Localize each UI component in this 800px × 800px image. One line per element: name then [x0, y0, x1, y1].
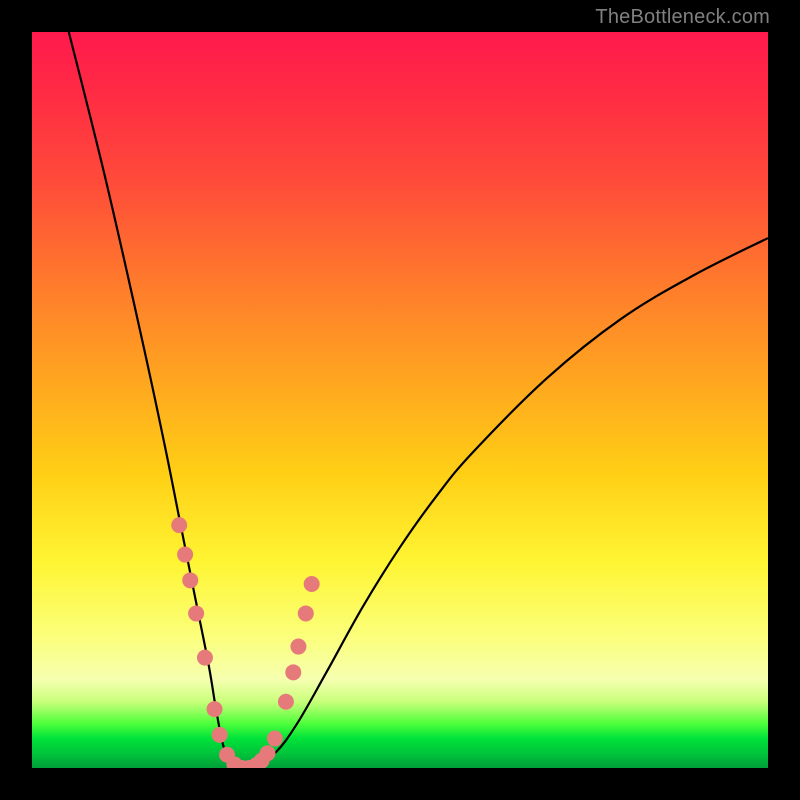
marker-dot: [188, 605, 204, 621]
marker-dot: [304, 576, 320, 592]
marker-dot: [260, 745, 276, 761]
marker-dot: [278, 694, 294, 710]
marker-dot: [267, 731, 283, 747]
marker-dot: [254, 753, 270, 768]
chart-svg: [32, 32, 768, 768]
curve-line: [69, 32, 768, 768]
watermark-text: TheBottleneck.com: [595, 6, 770, 29]
marker-dot: [285, 664, 301, 680]
marker-dot: [219, 747, 235, 763]
marker-dot: [298, 605, 314, 621]
marker-dot: [171, 517, 187, 533]
marker-dot: [226, 756, 242, 768]
marker-dot: [248, 757, 264, 768]
marker-dots: [171, 517, 319, 768]
marker-dot: [182, 572, 198, 588]
marker-dot: [241, 760, 257, 768]
marker-dot: [234, 760, 250, 768]
plot-area: [32, 32, 768, 768]
stage: TheBottleneck.com: [0, 0, 800, 800]
marker-dot: [177, 547, 193, 563]
marker-dot: [290, 639, 306, 655]
marker-dot: [212, 727, 228, 743]
marker-dot: [197, 650, 213, 666]
marker-dot: [207, 701, 223, 717]
